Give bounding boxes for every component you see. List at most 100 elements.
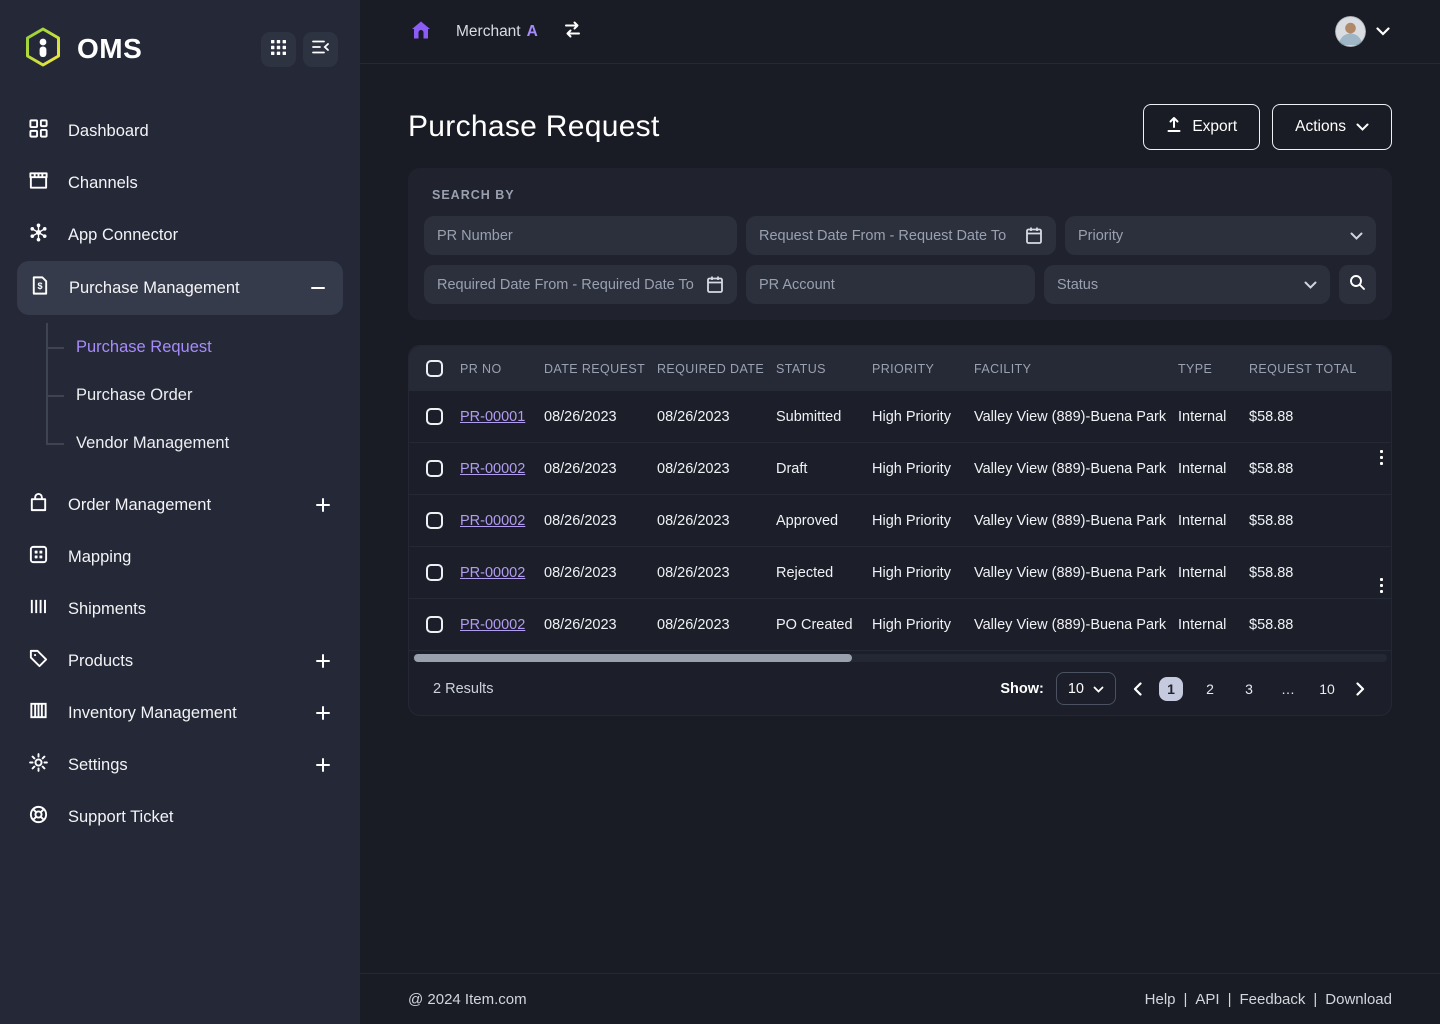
pr-no-link[interactable]: PR-00002 (460, 617, 525, 633)
invoice-icon: $ (29, 275, 50, 301)
required-date-cell: 08/26/2023 (657, 617, 776, 633)
user-menu[interactable] (1335, 16, 1390, 47)
status-cell: Rejected (776, 565, 872, 581)
collapse-menu-icon (311, 39, 330, 59)
home-icon[interactable] (410, 19, 432, 45)
column-header: REQUEST TOTAL (1249, 362, 1391, 376)
sidebar-item-dashboard[interactable]: Dashboard (0, 105, 360, 157)
subnav-item-label: Purchase Request (76, 338, 212, 357)
facility-cell: Valley View (889)-Buena Park (974, 565, 1178, 581)
sidebar-item-inventory-management[interactable]: Inventory Management (0, 687, 360, 739)
brand-logo: OMS (24, 27, 142, 71)
collapse-sidebar-button[interactable] (303, 32, 338, 67)
sidebar-item-purchase-management[interactable]: $ Purchase Management (17, 261, 343, 315)
gear-icon (28, 752, 49, 778)
swap-merchant-icon[interactable] (562, 20, 583, 43)
pr-number-input[interactable] (437, 228, 724, 244)
facility-cell: Valley View (889)-Buena Park (974, 513, 1178, 529)
priority-select[interactable]: Priority (1065, 216, 1376, 255)
collapse-minus-icon[interactable] (309, 279, 327, 297)
sidebar-item-products[interactable]: Products (0, 635, 360, 687)
sidebar-item-support-ticket[interactable]: Support Ticket (0, 791, 360, 843)
sidebar-item-vendor-management[interactable]: Vendor Management (46, 419, 360, 467)
request-total-cell: $58.88 (1249, 617, 1391, 633)
page-button[interactable]: 10 (1315, 677, 1339, 701)
user-avatar[interactable] (1335, 16, 1366, 47)
topbar: Merchant A (360, 0, 1440, 64)
sidebar-item-order-management[interactable]: Order Management (0, 479, 360, 531)
status-select[interactable]: Status (1044, 265, 1330, 304)
page-button[interactable]: 2 (1198, 677, 1222, 701)
expand-plus-icon[interactable] (314, 756, 332, 774)
search-panel: SEARCH BY Request Date From - Request Da… (408, 168, 1392, 320)
row-actions-kebab-icon[interactable] (1373, 576, 1389, 595)
horizontal-scrollbar-track (413, 654, 1387, 662)
pr-account-field-wrap (746, 265, 1035, 304)
row-checkbox[interactable] (426, 512, 443, 529)
search-panel-title: SEARCH BY (432, 188, 1376, 202)
select-all-checkbox[interactable] (426, 360, 443, 377)
required-date-cell: 08/26/2023 (657, 565, 776, 581)
expand-plus-icon[interactable] (314, 496, 332, 514)
pr-account-input[interactable] (759, 277, 1022, 293)
type-cell: Internal (1178, 409, 1249, 425)
sidebar-item-mapping[interactable]: Mapping (0, 531, 360, 583)
row-checkbox[interactable] (426, 460, 443, 477)
page-button[interactable]: 1 (1159, 677, 1183, 701)
status-cell: Draft (776, 461, 872, 477)
next-page-icon[interactable] (1354, 682, 1367, 696)
row-actions-kebab-icon[interactable] (1373, 448, 1389, 467)
footer-link[interactable]: Download (1325, 991, 1392, 1008)
type-cell: Internal (1178, 565, 1249, 581)
pr-no-link[interactable]: PR-00001 (460, 409, 525, 425)
sidebar-item-label: Support Ticket (68, 808, 332, 827)
merchant-switcher[interactable]: Merchant A (456, 23, 538, 41)
search-icon (1349, 274, 1366, 295)
footer-link[interactable]: API (1195, 991, 1219, 1008)
actions-button-label: Actions (1295, 118, 1346, 136)
sidebar-item-shipments[interactable]: Shipments (0, 583, 360, 635)
sidebar-item-settings[interactable]: Settings (0, 739, 360, 791)
sidebar-item-label: Shipments (68, 600, 332, 619)
sidebar-item-label: Order Management (68, 496, 295, 515)
row-checkbox[interactable] (426, 408, 443, 425)
expand-plus-icon[interactable] (314, 704, 332, 722)
table-row: PR-00002 08/26/2023 08/26/2023 Approved … (409, 495, 1391, 547)
horizontal-scrollbar-thumb[interactable] (414, 654, 852, 662)
required-date-range-field[interactable]: Required Date From - Required Date To (424, 265, 737, 304)
apps-grid-button[interactable] (261, 32, 296, 67)
previous-page-icon[interactable] (1131, 682, 1144, 696)
oms-hexagon-logo-icon (24, 27, 62, 71)
footer-link[interactable]: Feedback (1240, 991, 1306, 1008)
pr-no-link[interactable]: PR-00002 (460, 461, 525, 477)
row-checkbox[interactable] (426, 564, 443, 581)
page-size-select[interactable]: 10 (1056, 672, 1116, 705)
page-button[interactable]: 3 (1237, 677, 1261, 701)
shopping-bag-icon (28, 492, 49, 518)
barcode-icon (28, 596, 49, 622)
pr-no-link[interactable]: PR-00002 (460, 513, 525, 529)
request-total-cell: $58.88 (1249, 461, 1391, 477)
pr-no-link[interactable]: PR-00002 (460, 565, 525, 581)
expand-plus-icon[interactable] (314, 652, 332, 670)
sidebar-item-purchase-request[interactable]: Purchase Request (46, 323, 360, 371)
sidebar-item-app-connector[interactable]: App Connector (0, 209, 360, 261)
sidebar-item-channels[interactable]: Channels (0, 157, 360, 209)
pagination-ellipsis[interactable]: … (1276, 677, 1300, 701)
request-date-placeholder: Request Date From - Request Date To (759, 228, 1006, 244)
subnav-item-label: Purchase Order (76, 386, 192, 405)
status-cell: Approved (776, 513, 872, 529)
export-upload-icon (1166, 116, 1182, 138)
status-cell: Submitted (776, 409, 872, 425)
export-button[interactable]: Export (1143, 104, 1260, 150)
column-header: DATE REQUEST (544, 362, 657, 376)
sidebar-item-purchase-order[interactable]: Purchase Order (46, 371, 360, 419)
svg-text:$: $ (37, 281, 42, 291)
search-button[interactable] (1339, 265, 1376, 304)
actions-button[interactable]: Actions (1272, 104, 1392, 150)
row-checkbox[interactable] (426, 616, 443, 633)
calendar-icon (706, 275, 724, 294)
chevron-down-icon (1356, 118, 1369, 136)
footer-link[interactable]: Help (1145, 991, 1176, 1008)
request-date-range-field[interactable]: Request Date From - Request Date To (746, 216, 1056, 255)
